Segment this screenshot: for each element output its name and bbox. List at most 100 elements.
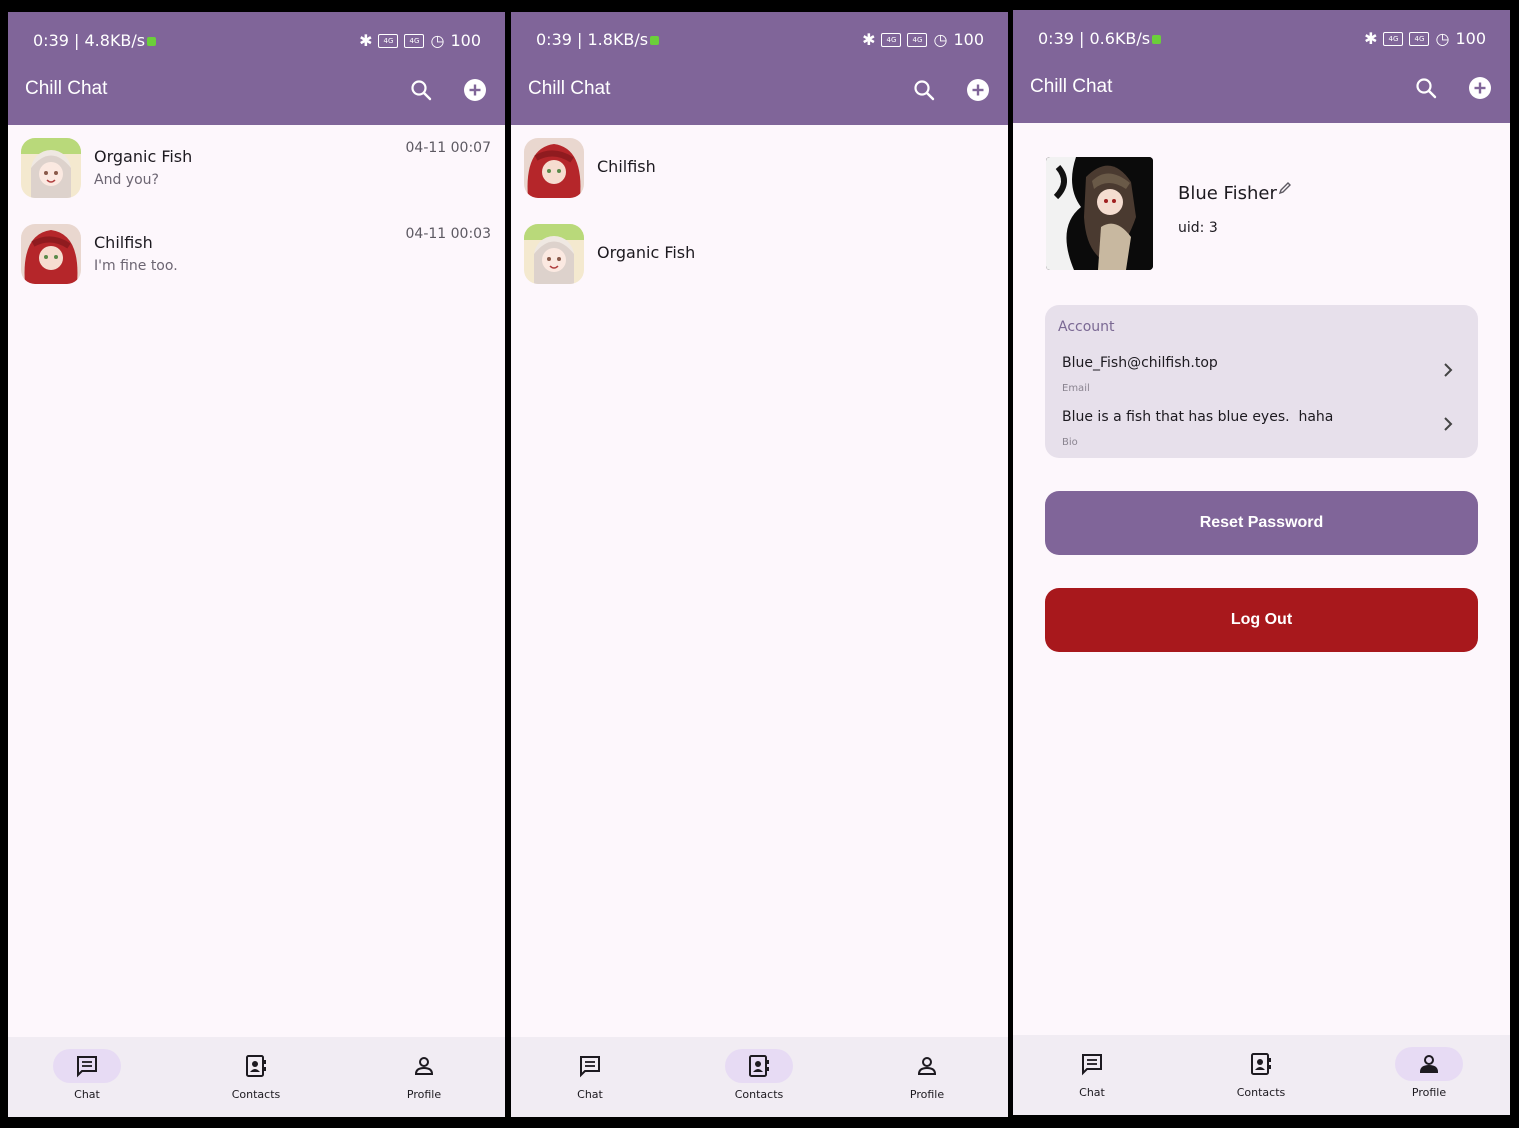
redhead-icon — [524, 138, 584, 198]
chat-icon — [77, 1056, 97, 1078]
bluetooth-icon: ✱ — [1364, 29, 1378, 48]
add-icon[interactable] — [1468, 76, 1492, 100]
bottom-navigation: Chat Contacts Profile — [8, 1037, 505, 1117]
status-time: 0:39 | 0.6KB/s — [1038, 29, 1151, 48]
contacts-icon — [1251, 1053, 1271, 1075]
nav-chat[interactable]: Chat — [27, 1037, 147, 1117]
status-bar: 0:39 | 4.8KB/s ✱ 4G 4G ◷ 100 — [33, 31, 481, 53]
chat-icon — [580, 1056, 600, 1078]
avatar — [21, 138, 81, 198]
nav-label: Profile — [909, 1088, 945, 1101]
chat-list-item[interactable]: Organic Fish And you? 04-11 00:07 — [8, 125, 505, 211]
chat-time: 04-11 00:07 — [405, 140, 491, 156]
nav-label: Profile — [406, 1088, 442, 1101]
app-bar: 0:39 | 1.8KB/s ✱ 4G 4G ◷ 100 Chill Chat — [511, 12, 1008, 125]
contacts-screen: 0:39 | 1.8KB/s ✱ 4G 4G ◷ 100 Chill Chat … — [511, 12, 1008, 1117]
app-bar: 0:39 | 0.6KB/s ✱ 4G 4G ◷ 100 Chill Chat — [1013, 10, 1510, 123]
nav-label: Chat — [1079, 1086, 1105, 1099]
log-out-button[interactable]: Log Out — [1045, 588, 1478, 652]
nav-label: Contacts — [734, 1088, 784, 1101]
signal-icon: 4G — [881, 32, 902, 47]
bottom-navigation: Chat Contacts Profile — [511, 1037, 1008, 1117]
chat-name: Organic Fish — [94, 147, 193, 166]
search-icon[interactable] — [1414, 76, 1438, 100]
clock-icon: ◷ — [430, 31, 445, 50]
search-icon[interactable] — [912, 78, 936, 102]
avatar — [21, 224, 81, 284]
email-row[interactable]: Blue_Fish@chilfish.top Email — [1062, 355, 1454, 407]
bluetooth-icon: ✱ — [862, 30, 876, 49]
chat-list-item[interactable]: Chilfish I'm fine too. 04-11 00:03 — [8, 211, 505, 297]
status-time: 0:39 | 1.8KB/s — [536, 30, 649, 49]
signal-icon: 4G — [1409, 31, 1430, 46]
nav-chat[interactable]: Chat — [530, 1037, 650, 1117]
contacts-icon — [246, 1055, 266, 1077]
avatar — [524, 138, 584, 198]
app-title: Chill Chat — [528, 78, 611, 99]
signal-icon: 4G — [404, 33, 425, 48]
nav-profile[interactable]: Profile — [1369, 1035, 1489, 1115]
profile-name: Blue Fisher — [1178, 183, 1277, 204]
nav-contacts[interactable]: Contacts — [1201, 1035, 1321, 1115]
chat-last-message: And you? — [94, 172, 159, 188]
status-bar: 0:39 | 1.8KB/s ✱ 4G 4G ◷ 100 — [536, 30, 984, 52]
clock-icon: ◷ — [933, 30, 948, 49]
bottom-navigation: Chat Contacts Profile — [1013, 1035, 1510, 1115]
status-time: 0:39 | 4.8KB/s — [33, 31, 146, 50]
signal-icon: 4G — [907, 32, 928, 47]
nav-chat[interactable]: Chat — [1032, 1035, 1152, 1115]
bio-row[interactable]: Blue is a fish that has blue eyes. haha … — [1062, 409, 1454, 461]
account-card: Account Blue_Fish@chilfish.top Email Blu… — [1045, 305, 1478, 458]
battery-level: 100 — [1455, 29, 1486, 48]
battery-level: 100 — [953, 30, 984, 49]
person-icon — [917, 1057, 937, 1075]
fisher-avatar-icon — [1046, 157, 1153, 270]
chat-time: 04-11 00:03 — [405, 226, 491, 242]
email-label: Email — [1062, 383, 1090, 394]
nav-profile[interactable]: Profile — [364, 1037, 484, 1117]
bio-value: Blue is a fish that has blue eyes. haha — [1062, 409, 1334, 425]
add-icon[interactable] — [966, 78, 990, 102]
battery-level: 100 — [450, 31, 481, 50]
add-icon[interactable] — [463, 78, 487, 102]
contacts-icon — [749, 1055, 769, 1077]
girl-icon — [21, 138, 81, 198]
profile-content: Blue Fisher uid: 3 Account Blue_Fish@chi… — [1013, 123, 1510, 1035]
signal-icon: 4G — [1383, 31, 1404, 46]
nav-label: Chat — [74, 1088, 100, 1101]
email-value: Blue_Fish@chilfish.top — [1062, 355, 1218, 371]
bluetooth-icon: ✱ — [359, 31, 373, 50]
chat-list: Organic Fish And you? 04-11 00:07 Chilfi… — [8, 125, 505, 1037]
avatar — [524, 224, 584, 284]
nav-profile[interactable]: Profile — [867, 1037, 987, 1117]
chat-name: Chilfish — [94, 233, 153, 252]
nav-label: Contacts — [1236, 1086, 1286, 1099]
data-indicator-icon — [147, 37, 157, 46]
search-icon[interactable] — [409, 78, 433, 102]
clock-icon: ◷ — [1435, 29, 1450, 48]
chevron-right-icon — [1444, 417, 1453, 431]
data-indicator-icon — [1152, 35, 1162, 44]
nav-contacts[interactable]: Contacts — [196, 1037, 316, 1117]
nav-contacts[interactable]: Contacts — [699, 1037, 819, 1117]
profile-avatar[interactable] — [1046, 157, 1153, 270]
chat-last-message: I'm fine too. — [94, 258, 178, 274]
app-title: Chill Chat — [25, 78, 108, 99]
app-title: Chill Chat — [1030, 76, 1113, 97]
profile-uid: uid: 3 — [1178, 220, 1218, 236]
contact-name: Organic Fish — [597, 243, 696, 262]
contact-name: Chilfish — [597, 157, 656, 176]
reset-password-button[interactable]: Reset Password — [1045, 491, 1478, 555]
nav-label: Chat — [577, 1088, 603, 1101]
nav-label: Contacts — [231, 1088, 281, 1101]
account-card-title: Account — [1058, 319, 1115, 335]
edit-icon[interactable] — [1278, 181, 1292, 195]
bio-label: Bio — [1062, 437, 1078, 448]
app-bar: 0:39 | 4.8KB/s ✱ 4G 4G ◷ 100 Chill Chat — [8, 12, 505, 125]
profile-screen: 0:39 | 0.6KB/s ✱ 4G 4G ◷ 100 Chill Chat … — [1013, 10, 1510, 1115]
contact-list-item[interactable]: Chilfish — [511, 125, 1008, 211]
chevron-right-icon — [1444, 363, 1453, 377]
contact-list-item[interactable]: Organic Fish — [511, 211, 1008, 297]
person-icon — [1419, 1055, 1439, 1073]
nav-label: Profile — [1411, 1086, 1447, 1099]
